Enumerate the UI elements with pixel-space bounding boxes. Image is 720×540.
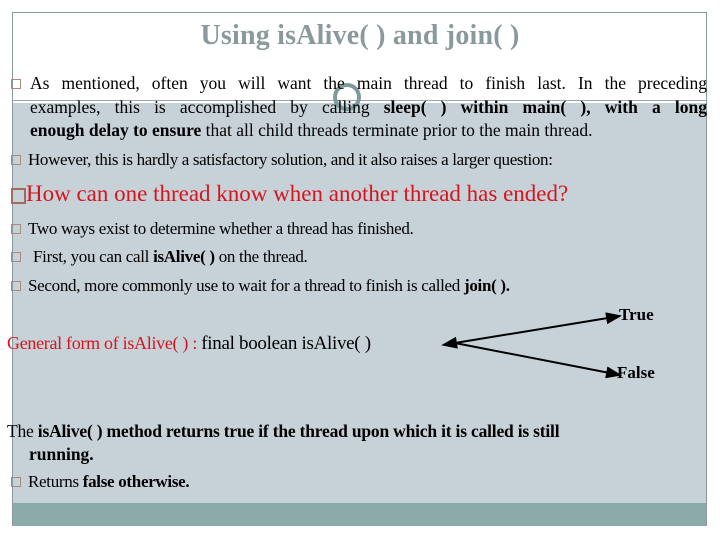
bullet-5: Second, more commonly use to wait for a … <box>28 274 510 297</box>
bullet-1-text: examples, this is accomplished by callin… <box>30 97 384 117</box>
outcome-true-label: True <box>619 305 654 324</box>
general-form-label: General form of isAlive( ) : <box>7 333 202 353</box>
general-form-signature: final boolean isAlive( ) <box>201 333 371 354</box>
false-keyword: false otherwise. <box>82 472 190 491</box>
bullet-1-emphasis: sleep( ) within main( ), with a long <box>383 97 708 117</box>
bullet-icon <box>11 281 21 291</box>
bullet-icon <box>11 252 21 262</box>
bullet-6: Returns false otherwise. <box>28 470 190 493</box>
bullet-3: Two ways exist to determine whether a th… <box>28 219 414 238</box>
bullet-1-line-1: As mentioned, often you will want the ma… <box>30 72 707 95</box>
explanation-line-1: The isAlive( ) method returns true if th… <box>7 420 560 443</box>
footer-band <box>13 503 706 526</box>
bullet-1-emphasis: enough delay to ensure <box>30 120 202 140</box>
bullet-1-line-3: enough delay to ensure that all child th… <box>30 119 707 142</box>
bullet-icon <box>11 477 21 487</box>
key-question: How can one thread know when another thr… <box>26 181 569 206</box>
bullet-6-text: Returns <box>28 472 83 491</box>
explanation-emphasis: running. <box>29 444 94 464</box>
bullet-icon <box>11 224 21 234</box>
join-keyword: join( ). <box>463 276 510 295</box>
bullet-4: First, you can call isAlive( ) on the th… <box>33 245 308 268</box>
explanation-emphasis: isAlive( ) method returns true if the th… <box>37 421 560 441</box>
bullet-icon <box>11 155 21 165</box>
bullet-2: However, this is hardly a satisfactory s… <box>28 150 553 169</box>
outcome-false-label: False <box>617 363 655 382</box>
bullet-1-line-2: examples, this is accomplished by callin… <box>30 96 707 119</box>
bullet-4-text: on the thread. <box>214 247 308 266</box>
bullet-4-text: First, you can call <box>33 247 154 266</box>
isalive-keyword: isAlive( ) <box>153 247 215 266</box>
general-form: General form of isAlive( ) : final boole… <box>7 332 371 355</box>
bullet-1-text: that all child threads terminate prior t… <box>201 120 593 140</box>
slide-title: Using isAlive( ) and join( ) <box>200 20 520 51</box>
bullet-icon <box>11 79 21 89</box>
bullet-1-text: As mentioned, often you will want the ma… <box>30 73 707 93</box>
bullet-icon <box>11 188 26 204</box>
explanation-text: The <box>7 421 38 441</box>
bullet-5-text: Second, more commonly use to wait for a … <box>28 276 464 295</box>
explanation-line-2: running. <box>29 443 94 466</box>
